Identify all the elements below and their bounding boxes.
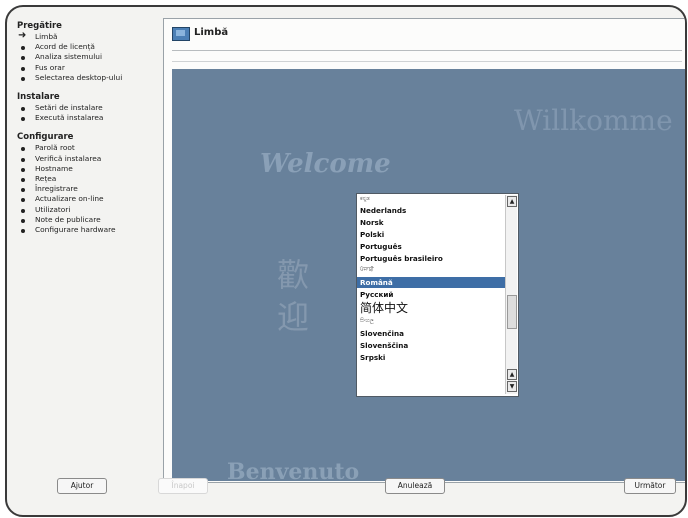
sidebar-item-retea: Rețea [17,174,157,184]
sidebar-item-label: Parolă root [35,143,75,153]
sidebar-item-label: Acord de licență [35,42,95,52]
bullet-icon [21,157,25,162]
sidebar-item-label: Setări de instalare [35,103,103,113]
sidebar-item-label: Configurare hardware [35,225,116,235]
bullet-icon [21,218,25,223]
language-item-romana[interactable]: Română [357,277,506,288]
sidebar-item-fus-orar: Fus orar [17,63,157,73]
back-button[interactable]: Înapoi [158,478,208,494]
language-item-srpski[interactable]: Srpski [357,352,506,363]
language-item-punjabi[interactable]: ਪੰਜਾਬੀ [357,265,506,276]
scroll-up-arrow-icon[interactable]: ▲ [507,196,517,207]
language-flag-icon [172,27,190,41]
sidebar-item-label: Execută instalarea [35,113,104,123]
installer-window: Pregătire ➜ Limbă Acord de licență Analiz… [5,5,687,517]
sidebar-item-verifica-instalarea: Verifică instalarea [17,154,157,164]
sidebar-item-analiza-sistemului: Analiza sistemului [17,52,157,62]
language-item-polski[interactable]: Polski [357,229,506,240]
content-panel: Limbă Willkomme Welcome 歡迎 Benvenuto ен … [163,18,685,483]
next-button[interactable]: Următor [624,478,676,494]
language-item-kannada[interactable]: ಕನ್ನಡ [357,194,506,205]
sidebar-item-limba: ➜ Limbă [17,30,157,42]
sidebar-item-hostname: Hostname [17,164,157,174]
bullet-icon [21,66,25,71]
sidebar-item-label: Actualizare on-line [35,194,104,204]
welcome-background: Willkomme Welcome 歡迎 Benvenuto ен ಕನ್ನಡ … [172,69,685,481]
sidebar-item-label: Selectarea desktop-ului [35,72,123,82]
language-item-slovencina[interactable]: Slovenčina [357,328,506,339]
bullet-icon [21,229,25,234]
bullet-icon [21,56,25,61]
help-button[interactable]: Ajutor [57,478,107,494]
sidebar-item-label: Înregistrare [35,184,78,194]
language-item-norsk[interactable]: Norsk [357,217,506,228]
scrollbar-thumb[interactable] [507,295,517,329]
welcome-text-willkommen: Willkomme [514,104,673,137]
bullet-icon [21,147,25,152]
sidebar-item-acord-licenta: Acord de licență [17,42,157,52]
sidebar-item-parola-root: Parolă root [17,143,157,153]
bullet-icon [21,46,25,51]
sidebar-section-instalare: Instalare Setări de instalare Execută in… [17,92,157,123]
bullet-icon [21,208,25,213]
scroll-down-arrow-icon[interactable]: ▼ [507,381,517,392]
sidebar-item-configurare-hardware: Configurare hardware [17,225,157,235]
sidebar-item-executa-instalarea: Execută instalarea [17,113,157,123]
sidebar-item-label: Analiza sistemului [35,52,103,62]
bullet-icon [21,76,25,81]
language-item-russkiy[interactable]: Русский [357,289,506,300]
sidebar-section-pregatire: Pregătire ➜ Limbă Acord de licență Analiz… [17,21,157,83]
sidebar-item-label: Hostname [35,163,73,173]
bullet-icon [21,167,25,172]
bullet-icon [21,188,25,193]
bullet-icon [21,178,25,183]
bullet-icon [21,117,25,122]
language-item-chinese-simplified[interactable]: 简体中文 [357,301,506,315]
bullet-icon [21,107,25,112]
sidebar-item-note-publicare: Note de publicare [17,215,157,225]
language-item-slovenscina[interactable]: Slovenščina [357,340,506,351]
language-list-scrollbar[interactable]: ▲ ▲ ▼ [505,195,517,394]
cancel-button[interactable]: Anulează [385,478,445,494]
language-item-sinhala[interactable]: සිංහල [357,316,506,327]
sidebar-section-title: Pregătire [17,21,62,31]
page-title: Limbă [194,27,229,38]
header-divider [172,50,682,51]
sidebar-section-title: Configurare [17,132,74,143]
language-item-nederlands[interactable]: Nederlands [357,205,506,216]
welcome-text-benvenuto: Benvenuto [227,459,360,481]
sidebar-item-label: Fus orar [35,62,65,72]
welcome-text-cjk: 歡迎 [277,256,310,336]
welcome-text-welcome: Welcome [260,149,391,179]
language-item-portugues-brasileiro[interactable]: Português brasileiro [357,253,506,264]
sidebar-item-label: Utilizatori [35,204,71,214]
steps-sidebar: Pregătire ➜ Limbă Acord de licență Analiz… [17,21,157,244]
sidebar-section-configurare: Configurare Parolă root Verifică instala… [17,132,157,235]
sidebar-item-setari-instalare: Setări de instalare [17,103,157,113]
sidebar-item-selectarea-desktop: Selectarea desktop-ului [17,73,157,83]
sidebar-item-label: Limbă [35,32,58,41]
scroll-up-arrow-icon[interactable]: ▲ [507,369,517,380]
current-step-arrow-icon: ➜ [18,30,27,41]
sidebar-item-inregistrare: Înregistrare [17,184,157,194]
header-divider-secondary [172,61,682,62]
sidebar-item-utilizatori: Utilizatori [17,205,157,215]
sidebar-item-label: Verifică instalarea [35,153,102,163]
bullet-icon [21,198,25,203]
sidebar-item-label: Rețea [35,174,57,184]
sidebar-section-title: Instalare [17,92,60,103]
language-item-portugues[interactable]: Português [357,241,506,252]
sidebar-item-label: Note de publicare [35,214,101,224]
language-list[interactable]: ಕನ್ನಡ Nederlands Norsk Polski Português … [356,193,519,397]
sidebar-item-actualizare-online: Actualizare on-line [17,194,157,204]
